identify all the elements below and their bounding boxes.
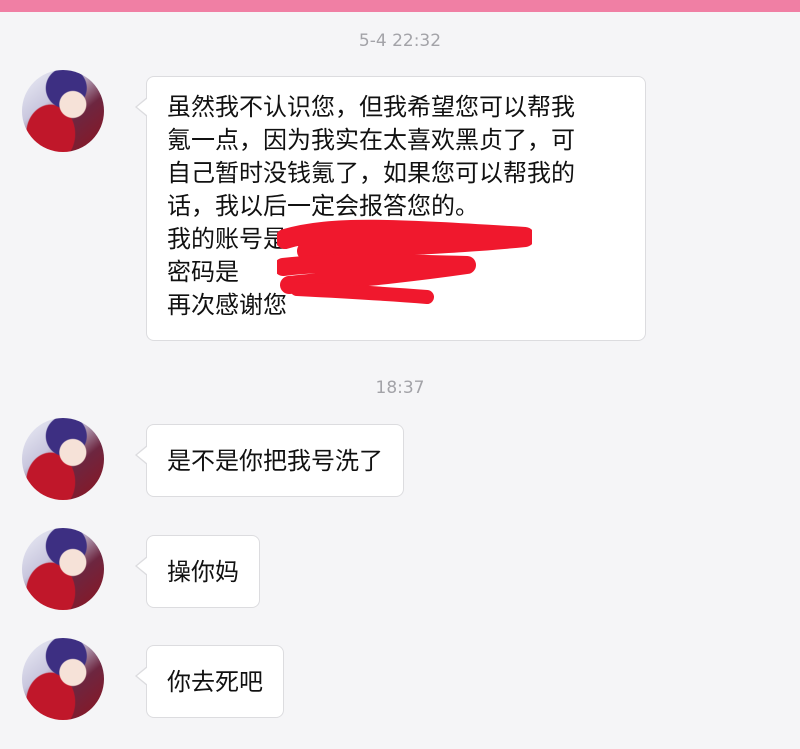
timestamp-second: 18:37 [375, 378, 425, 398]
header-accent-strip [0, 0, 800, 12]
avatar[interactable] [22, 418, 104, 500]
avatar[interactable] [22, 528, 104, 610]
message-line: 氪一点，因为我实在太喜欢黑贞了，可 [167, 126, 575, 154]
avatar[interactable] [22, 70, 104, 152]
timestamp-first: 5-4 22:32 [358, 31, 442, 51]
redaction-scribble [277, 219, 532, 304]
message-line: 虽然我不认识您，但我希望您可以帮我 [167, 93, 575, 121]
avatar[interactable] [22, 638, 104, 720]
message-bubble[interactable]: 你去死吧 [135, 645, 284, 718]
message-bubble-long[interactable]: 虽然我不认识您，但我希望您可以帮我 氪一点，因为我实在太喜欢黑贞了，可 自己暂时… [135, 76, 646, 341]
message-line: 自己暂时没钱氪了，如果您可以帮我的 [167, 159, 575, 187]
message-bubble[interactable]: 操你妈 [135, 535, 260, 608]
message-bubble[interactable]: 是不是你把我号洗了 [135, 424, 404, 497]
